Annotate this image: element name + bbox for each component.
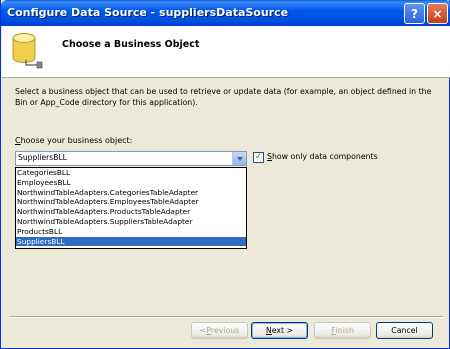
dropdown-option[interactable]: NorthwindTableAdapters.ProductsTableAdap…: [16, 207, 246, 217]
next-button[interactable]: Next >: [251, 322, 308, 339]
dropdown-option[interactable]: NorthwindTableAdapters.SuppliersTableAda…: [16, 217, 246, 227]
dialog-window: Configure Data Source - suppliersDataSou…: [0, 0, 450, 349]
help-icon: ?: [411, 6, 418, 21]
close-button[interactable]: ×: [427, 3, 448, 24]
footer-divider: [9, 316, 443, 318]
dropdown-option[interactable]: EmployeesBLL: [16, 178, 246, 188]
finish-button[interactable]: Finish: [314, 322, 371, 339]
business-object-dropdown-list[interactable]: CategoriesBLL EmployeesBLL NorthwindTabl…: [15, 167, 247, 249]
dropdown-option[interactable]: CategoriesBLL: [16, 168, 246, 178]
show-only-data-components-checkbox[interactable]: ✓: [253, 152, 264, 163]
chevron-down-icon: [236, 156, 243, 161]
help-button[interactable]: ?: [404, 3, 425, 24]
dropdown-option[interactable]: NorthwindTableAdapters.EmployeesTableAda…: [16, 197, 246, 207]
database-icon: [12, 33, 43, 69]
cancel-button[interactable]: Cancel: [376, 322, 433, 339]
window-title: Configure Data Source - suppliersDataSou…: [7, 6, 289, 19]
previous-button[interactable]: < Previous: [191, 322, 248, 339]
checkmark-icon: ✓: [254, 152, 263, 162]
close-icon: ×: [432, 6, 443, 21]
description-text: Select a business object that can be use…: [15, 87, 432, 107]
business-object-label: Choose your business object:: [15, 136, 133, 145]
business-object-select[interactable]: SuppliersBLL: [15, 151, 247, 166]
selected-value: SuppliersBLL: [18, 153, 67, 162]
page-title: Choose a Business Object: [62, 39, 200, 50]
dropdown-option[interactable]: NorthwindTableAdapters.CategoriesTableAd…: [16, 188, 246, 198]
wizard-header: Choose a Business Object: [2, 26, 450, 78]
dropdown-option[interactable]: ProductsBLL: [16, 227, 246, 237]
title-bar[interactable]: Configure Data Source - suppliersDataSou…: [1, 0, 450, 26]
show-only-data-components-label[interactable]: Show only data components: [267, 152, 378, 161]
dropdown-button[interactable]: [232, 152, 246, 165]
dropdown-option-selected[interactable]: SuppliersBLL: [16, 236, 246, 247]
